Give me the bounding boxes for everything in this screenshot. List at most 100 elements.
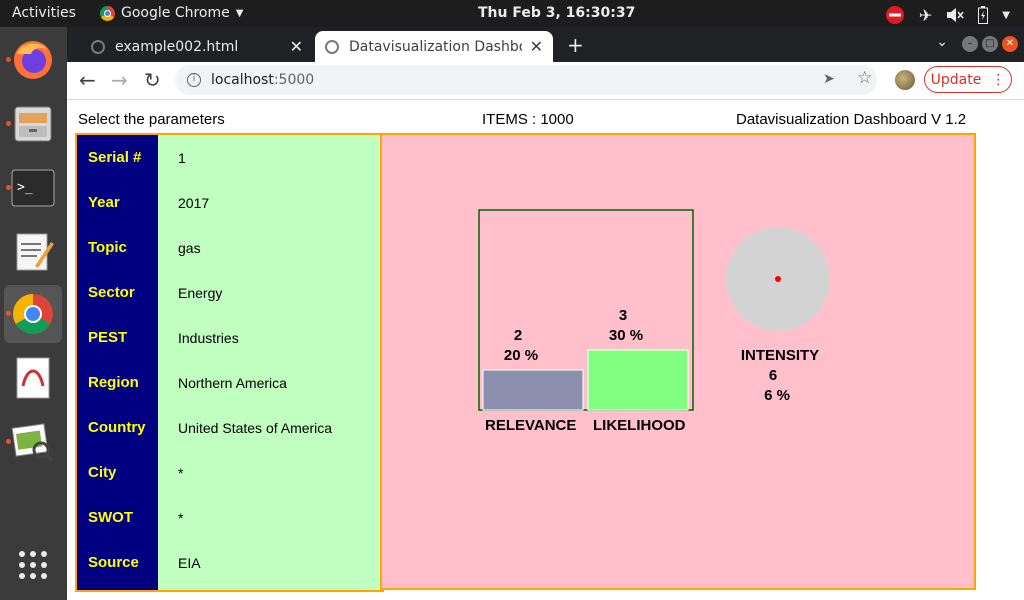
running-indicator xyxy=(6,121,11,126)
site-info-icon[interactable]: i xyxy=(187,73,201,87)
document-viewer-icon xyxy=(16,357,50,399)
parameter-row: Region Northern America xyxy=(77,360,382,405)
parameter-value: * xyxy=(178,509,184,526)
globe-icon xyxy=(91,39,105,54)
dashboard-version: Datavisualization Dashboard V 1.2 xyxy=(736,111,967,128)
parameter-value: United States of America xyxy=(178,419,333,436)
update-label: Update xyxy=(930,71,982,88)
parameters-panel: Serial # 1 Year 2017 Topic gas Sector Energy PES… xyxy=(75,133,384,592)
category-label-likelihood: LIKELIHOOD xyxy=(593,417,686,434)
intensity-value-label: 6 xyxy=(769,367,777,384)
app-menu[interactable]: Google Chrome ▼ xyxy=(100,5,243,21)
page-content: Select the parameters ITEMS : 1000 Datav… xyxy=(67,100,1024,600)
parameter-row: Serial # 1 xyxy=(77,135,382,180)
running-indicator xyxy=(6,185,11,190)
parameter-key: Topic xyxy=(88,239,127,256)
bookmark-star-icon[interactable]: ☆ xyxy=(857,68,872,88)
tab-title: example002.html xyxy=(115,38,239,55)
terminal-icon: >_ xyxy=(11,169,55,207)
bar-relevance xyxy=(482,369,584,411)
update-button[interactable]: Update ⋮ xyxy=(924,66,1012,93)
parameter-value: EIA xyxy=(178,554,201,571)
airplane-mode-icon: ✈ xyxy=(918,5,933,25)
intensity-label: INTENSITY xyxy=(741,347,819,364)
back-arrow-icon[interactable]: ← xyxy=(79,68,96,92)
system-top-bar: Activities Google Chrome ▼ Thu Feb 3, 16… xyxy=(0,0,1024,27)
profile-avatar[interactable] xyxy=(895,70,915,90)
parameter-key: SWOT xyxy=(88,509,133,526)
tab-search-chevron-icon[interactable]: ⌄ xyxy=(936,34,948,50)
parameter-row: Year 2017 xyxy=(77,180,382,225)
dock-files[interactable] xyxy=(4,95,62,153)
do-not-disturb-icon xyxy=(885,6,904,24)
tab-title: Datavisualization Dashbo xyxy=(349,38,522,55)
parameter-row: Topic gas xyxy=(77,225,382,270)
parameter-value: Industries xyxy=(178,329,239,346)
firefox-icon xyxy=(14,41,52,79)
dock-terminal[interactable]: >_ xyxy=(4,159,62,217)
parameter-key: Region xyxy=(88,374,139,391)
dock: >_ xyxy=(0,27,67,600)
dock-show-applications[interactable] xyxy=(4,536,62,594)
new-tab-button[interactable]: + xyxy=(567,33,584,57)
parameter-key: Year xyxy=(88,194,120,211)
maximize-icon[interactable]: □ xyxy=(982,36,998,52)
intensity-percent-label: 6 % xyxy=(764,387,790,404)
send-to-devices-icon[interactable]: ➤ xyxy=(823,71,835,87)
window-controls: – □ ✕ xyxy=(962,36,1018,52)
parameter-key: Country xyxy=(88,419,146,436)
globe-icon xyxy=(325,39,339,54)
minimize-icon[interactable]: – xyxy=(962,36,978,52)
items-count: ITEMS : 1000 xyxy=(482,111,574,128)
dock-firefox[interactable] xyxy=(4,31,62,89)
close-tab-icon[interactable]: ✕ xyxy=(530,37,543,56)
parameter-value: Energy xyxy=(178,284,223,301)
forward-arrow-icon[interactable]: → xyxy=(111,68,128,92)
dock-text-editor[interactable] xyxy=(4,223,62,281)
chart-canvas: 2 20 % 3 30 % RELEVANCE LIKELIHOOD INTENSITY 6 6… xyxy=(478,209,830,434)
running-indicator xyxy=(6,311,11,316)
dock-image-viewer[interactable] xyxy=(4,413,62,471)
image-viewer-icon xyxy=(11,423,54,463)
chrome-icon xyxy=(13,294,53,334)
battery-icon xyxy=(978,6,989,24)
chevron-down-icon: ▼ xyxy=(235,7,244,19)
system-tray[interactable]: ✈ ▼ xyxy=(885,5,1010,25)
clock[interactable]: Thu Feb 3, 16:30:37 xyxy=(478,5,635,21)
file-cabinet-icon xyxy=(14,106,52,142)
app-menu-label: Google Chrome xyxy=(121,5,230,21)
dock-chrome[interactable] xyxy=(4,285,62,343)
tab-dashboard[interactable]: Datavisualization Dashbo ✕ xyxy=(315,31,553,62)
bar-percent-label: 30 % xyxy=(609,327,643,344)
parameter-key: Sector xyxy=(88,284,135,301)
bar-value-label: 2 xyxy=(514,327,522,344)
address-bar[interactable]: i localhost:5000 xyxy=(175,65,877,95)
parameter-row: SWOT * xyxy=(77,495,382,540)
volume-muted-icon xyxy=(947,8,964,22)
parameter-row: City * xyxy=(77,450,382,495)
text-editor-icon xyxy=(16,233,54,271)
parameter-key: Serial # xyxy=(88,149,142,166)
parameter-key: Source xyxy=(88,554,139,571)
system-menu-chevron-icon: ▼ xyxy=(1002,9,1010,21)
activities-button[interactable]: Activities xyxy=(12,5,76,21)
parameter-value: 1 xyxy=(178,149,186,166)
parameter-row: PEST Industries xyxy=(77,315,382,360)
reload-icon[interactable]: ↻ xyxy=(144,68,161,92)
url-host: localhost xyxy=(211,72,274,88)
parameter-value: Northern America xyxy=(178,374,287,391)
more-menu-icon[interactable]: ⋮ xyxy=(991,72,1005,88)
parameter-value: gas xyxy=(178,239,201,256)
parameter-key: City xyxy=(88,464,117,481)
parameter-key: PEST xyxy=(88,329,128,346)
close-window-icon[interactable]: ✕ xyxy=(1002,36,1018,52)
running-indicator xyxy=(6,439,11,444)
parameter-row: Country United States of America xyxy=(77,405,382,450)
close-tab-icon[interactable]: ✕ xyxy=(290,37,303,56)
chrome-icon xyxy=(100,5,115,21)
dock-document-viewer[interactable] xyxy=(4,349,62,407)
tab-example002[interactable]: example002.html ✕ xyxy=(81,31,313,62)
bar-likelihood xyxy=(587,349,689,411)
bar-value-label: 3 xyxy=(619,307,627,324)
parameter-value: * xyxy=(178,464,184,481)
